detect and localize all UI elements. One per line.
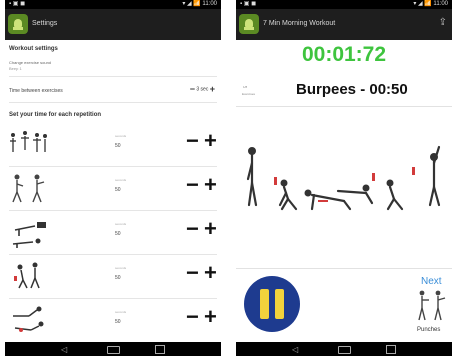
elapsed-timer: 00:01:72 [301,43,387,66]
crunch-image [13,306,44,332]
exercise-row: seconds 50 − + [5,256,221,299]
exercise-count: 1/8 [243,85,248,89]
increase-button[interactable]: + [204,172,217,198]
increase-button[interactable]: + [204,128,217,154]
back-icon[interactable]: ◁ [292,345,298,354]
decrease-button[interactable]: − [186,304,199,330]
status-bar: ▪ ▣ ◼ ▾ ◢ 📶 11:00 [236,0,452,9]
burpees-illustration [246,145,441,211]
divider [9,254,217,255]
share-icon[interactable]: ⇪ [439,17,447,28]
pause-icon [260,289,269,319]
recents-icon[interactable] [155,345,165,354]
push-up-image [12,222,46,248]
squat-image [14,262,40,289]
next-link[interactable]: Next [421,276,442,287]
settings-screen: ▪ ▣ ◼ ▾ ◢ 📶 11:00 Settings Workout setti… [5,0,221,356]
increase-button[interactable]: + [204,304,217,330]
time-between-value: 3 sec [196,86,209,93]
status-bar: ▪ ▣ ◼ ▾ ◢ 📶 11:00 [5,0,221,9]
exercise-count-label: Exercises [242,92,256,96]
action-bar: 7 Min Morning Workout ⇪ [236,9,452,40]
app-icon[interactable] [8,14,28,34]
home-icon[interactable] [107,346,120,354]
time-between-plus[interactable]: + [210,84,215,94]
app-icon[interactable] [239,14,259,34]
next-exercise-name: Punches [417,327,441,333]
decrease-button[interactable]: − [186,216,199,242]
divider [9,298,217,299]
divider [236,268,452,269]
settings-content: Workout settings Change exercise sound B… [5,40,221,342]
exercise-sound-label[interactable]: Change exercise sound [9,60,51,65]
seconds-value: 50 [115,143,121,149]
wall-sit-image [12,174,45,203]
status-icons-left: ▪ ▣ ◼ [240,1,257,7]
seconds-label: seconds [115,134,127,138]
exercise-row: seconds 50 − + [5,168,221,211]
back-icon[interactable]: ◁ [61,345,67,354]
status-icons-left: ▪ ▣ ◼ [9,1,26,7]
seconds-label: seconds [115,222,127,226]
reps-heading: Set your time for each repetition [9,112,102,118]
seconds-value: 50 [115,319,121,325]
exercise-row: seconds 50 − + [5,212,221,255]
recents-icon[interactable] [386,345,396,354]
status-icons-right: ▾ ◢ 📶 11:00 [413,1,448,7]
exercise-row: seconds 50 − + [5,300,221,343]
action-bar: Settings [5,9,221,40]
divider [9,210,217,211]
workout-settings-heading: Workout settings [9,46,58,52]
time-between-minus[interactable]: − [190,84,195,94]
divider [9,76,217,77]
screen-title: 7 Min Morning Workout [263,20,336,27]
time-between-label: Time between exercises [9,88,63,94]
time-between-stepper: − 3 sec + [190,84,215,94]
screen-title: Settings [32,20,58,27]
seconds-value: 50 [115,231,121,237]
seconds-value: 50 [115,275,121,281]
exercise-sound-value: Beep 1 [9,66,22,71]
home-icon[interactable] [338,346,351,354]
workout-screen: ▪ ▣ ◼ ▾ ◢ 📶 11:00 7 Min Morning Workout … [236,0,452,356]
decrease-button[interactable]: − [186,260,199,286]
seconds-label: seconds [115,178,127,182]
jumping-jacks-image [10,131,47,152]
pause-icon [275,289,284,319]
exercise-row: seconds 50 − + [5,124,221,167]
pause-button[interactable] [244,276,300,332]
divider [9,166,217,167]
divider [9,102,217,103]
increase-button[interactable]: + [204,216,217,242]
seconds-label: seconds [115,266,127,270]
decrease-button[interactable]: − [186,172,199,198]
decrease-button[interactable]: − [186,128,199,154]
current-exercise: Burpees - 00:50 [296,81,408,98]
increase-button[interactable]: + [204,260,217,286]
nav-bar: ◁ [236,342,452,356]
next-exercise-image [418,290,446,321]
status-icons-right: ▾ ◢ 📶 11:00 [182,1,217,7]
seconds-value: 50 [115,187,121,193]
seconds-label: seconds [115,310,127,314]
divider [236,106,452,107]
nav-bar: ◁ [5,342,221,356]
